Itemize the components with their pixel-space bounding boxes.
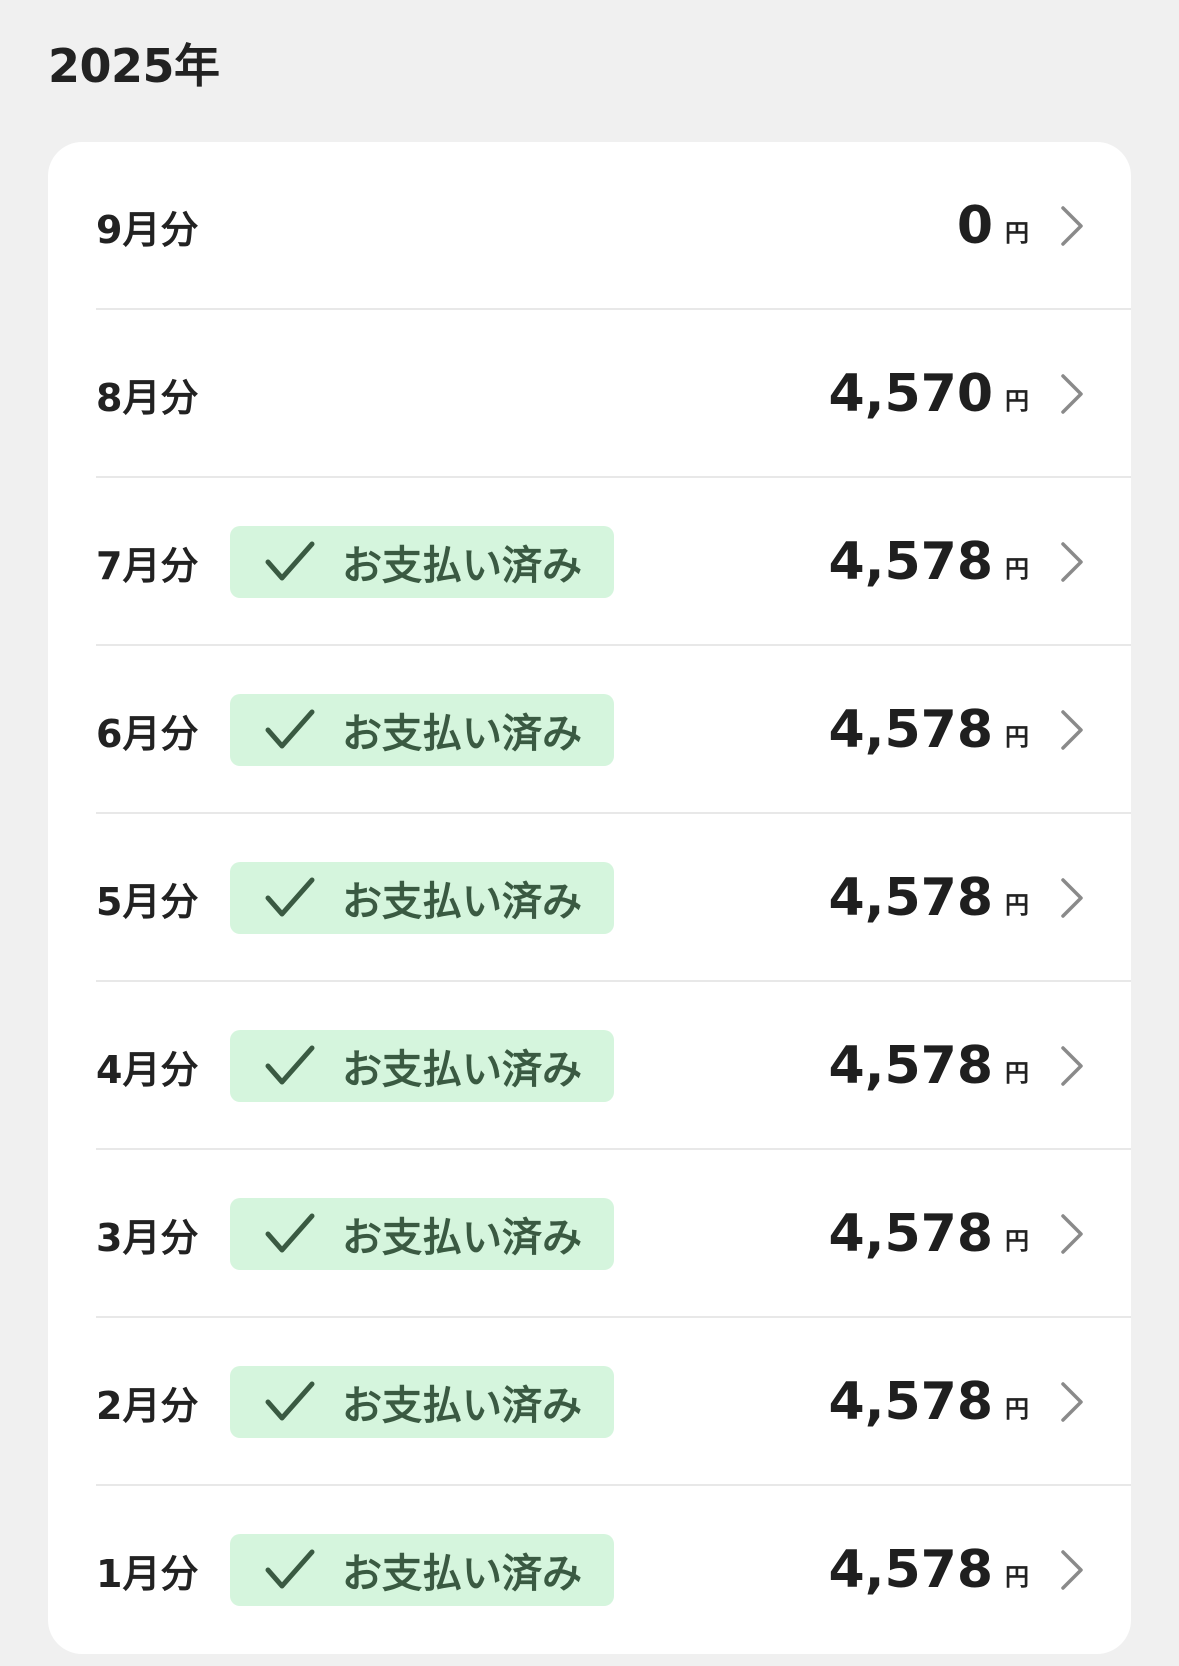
billing-month-label: 7月分 bbox=[96, 543, 199, 588]
check-icon bbox=[265, 709, 315, 749]
billing-row[interactable]: 1月分 お支払い済み 4,578 円 bbox=[48, 1486, 1131, 1654]
billing-month-label: 6月分 bbox=[96, 711, 199, 756]
chevron-right-icon bbox=[1061, 710, 1083, 750]
chevron-right-icon bbox=[1061, 878, 1083, 918]
chevron-right-icon bbox=[1061, 374, 1083, 414]
billing-row[interactable]: 8月分 4,570 円 bbox=[48, 310, 1131, 478]
paid-status-text: お支払い済み bbox=[342, 711, 582, 757]
chevron-right-icon bbox=[1061, 542, 1083, 582]
billing-month-label: 5月分 bbox=[96, 879, 199, 924]
billing-amount: 4,578 bbox=[828, 532, 993, 592]
paid-status-text: お支払い済み bbox=[342, 543, 582, 589]
chevron-right-icon bbox=[1061, 206, 1083, 246]
check-icon bbox=[265, 1045, 315, 1085]
chevron-right-icon bbox=[1061, 1214, 1083, 1254]
chevron-right-icon bbox=[1061, 1046, 1083, 1086]
billing-month-label: 2月分 bbox=[96, 1383, 199, 1428]
paid-status-text: お支払い済み bbox=[342, 879, 582, 925]
billing-list-card: 9月分 0 円 8月分 4,570 円 7月分 お支払い済み 4,578 円 6月分 お支払い済み 4,… bbox=[48, 142, 1131, 1654]
billing-month-label: 1月分 bbox=[96, 1551, 199, 1596]
paid-status-badge: お支払い済み bbox=[230, 1366, 614, 1438]
billing-row[interactable]: 7月分 お支払い済み 4,578 円 bbox=[48, 478, 1131, 646]
billing-amount: 4,578 bbox=[828, 868, 993, 928]
billing-amount: 0 bbox=[956, 196, 993, 256]
year-heading: 2025年 bbox=[48, 39, 220, 93]
currency-unit: 円 bbox=[1005, 218, 1029, 247]
currency-unit: 円 bbox=[1005, 1226, 1029, 1255]
currency-unit: 円 bbox=[1005, 554, 1029, 583]
billing-amount: 4,578 bbox=[828, 700, 993, 760]
currency-unit: 円 bbox=[1005, 1562, 1029, 1591]
paid-status-text: お支払い済み bbox=[342, 1551, 582, 1597]
billing-row[interactable]: 5月分 お支払い済み 4,578 円 bbox=[48, 814, 1131, 982]
currency-unit: 円 bbox=[1005, 1394, 1029, 1423]
paid-status-badge: お支払い済み bbox=[230, 1534, 614, 1606]
billing-row[interactable]: 2月分 お支払い済み 4,578 円 bbox=[48, 1318, 1131, 1486]
billing-amount: 4,578 bbox=[828, 1372, 993, 1432]
billing-row[interactable]: 9月分 0 円 bbox=[48, 142, 1131, 310]
paid-status-badge: お支払い済み bbox=[230, 862, 614, 934]
billing-amount: 4,578 bbox=[828, 1204, 993, 1264]
currency-unit: 円 bbox=[1005, 386, 1029, 415]
paid-status-text: お支払い済み bbox=[342, 1047, 582, 1093]
billing-row[interactable]: 4月分 お支払い済み 4,578 円 bbox=[48, 982, 1131, 1150]
currency-unit: 円 bbox=[1005, 1058, 1029, 1087]
check-icon bbox=[265, 1549, 315, 1589]
billing-amount: 4,578 bbox=[828, 1540, 993, 1600]
paid-status-badge: お支払い済み bbox=[230, 694, 614, 766]
billing-history-page: 2025年 9月分 0 円 8月分 4,570 円 7月分 お支払い済み 4,578 円 6月分 お支… bbox=[0, 0, 1179, 1666]
paid-status-badge: お支払い済み bbox=[230, 1198, 614, 1270]
check-icon bbox=[265, 877, 315, 917]
chevron-right-icon bbox=[1061, 1382, 1083, 1422]
billing-month-label: 9月分 bbox=[96, 207, 199, 252]
billing-amount: 4,578 bbox=[828, 1036, 993, 1096]
paid-status-text: お支払い済み bbox=[342, 1383, 582, 1429]
paid-status-badge: お支払い済み bbox=[230, 1030, 614, 1102]
billing-month-label: 8月分 bbox=[96, 375, 199, 420]
paid-status-text: お支払い済み bbox=[342, 1215, 582, 1261]
billing-row[interactable]: 6月分 お支払い済み 4,578 円 bbox=[48, 646, 1131, 814]
currency-unit: 円 bbox=[1005, 890, 1029, 919]
check-icon bbox=[265, 1213, 315, 1253]
billing-row[interactable]: 3月分 お支払い済み 4,578 円 bbox=[48, 1150, 1131, 1318]
billing-month-label: 3月分 bbox=[96, 1215, 199, 1260]
chevron-right-icon bbox=[1061, 1550, 1083, 1590]
check-icon bbox=[265, 541, 315, 581]
check-icon bbox=[265, 1381, 315, 1421]
billing-month-label: 4月分 bbox=[96, 1047, 199, 1092]
billing-amount: 4,570 bbox=[828, 364, 993, 424]
paid-status-badge: お支払い済み bbox=[230, 526, 614, 598]
currency-unit: 円 bbox=[1005, 722, 1029, 751]
